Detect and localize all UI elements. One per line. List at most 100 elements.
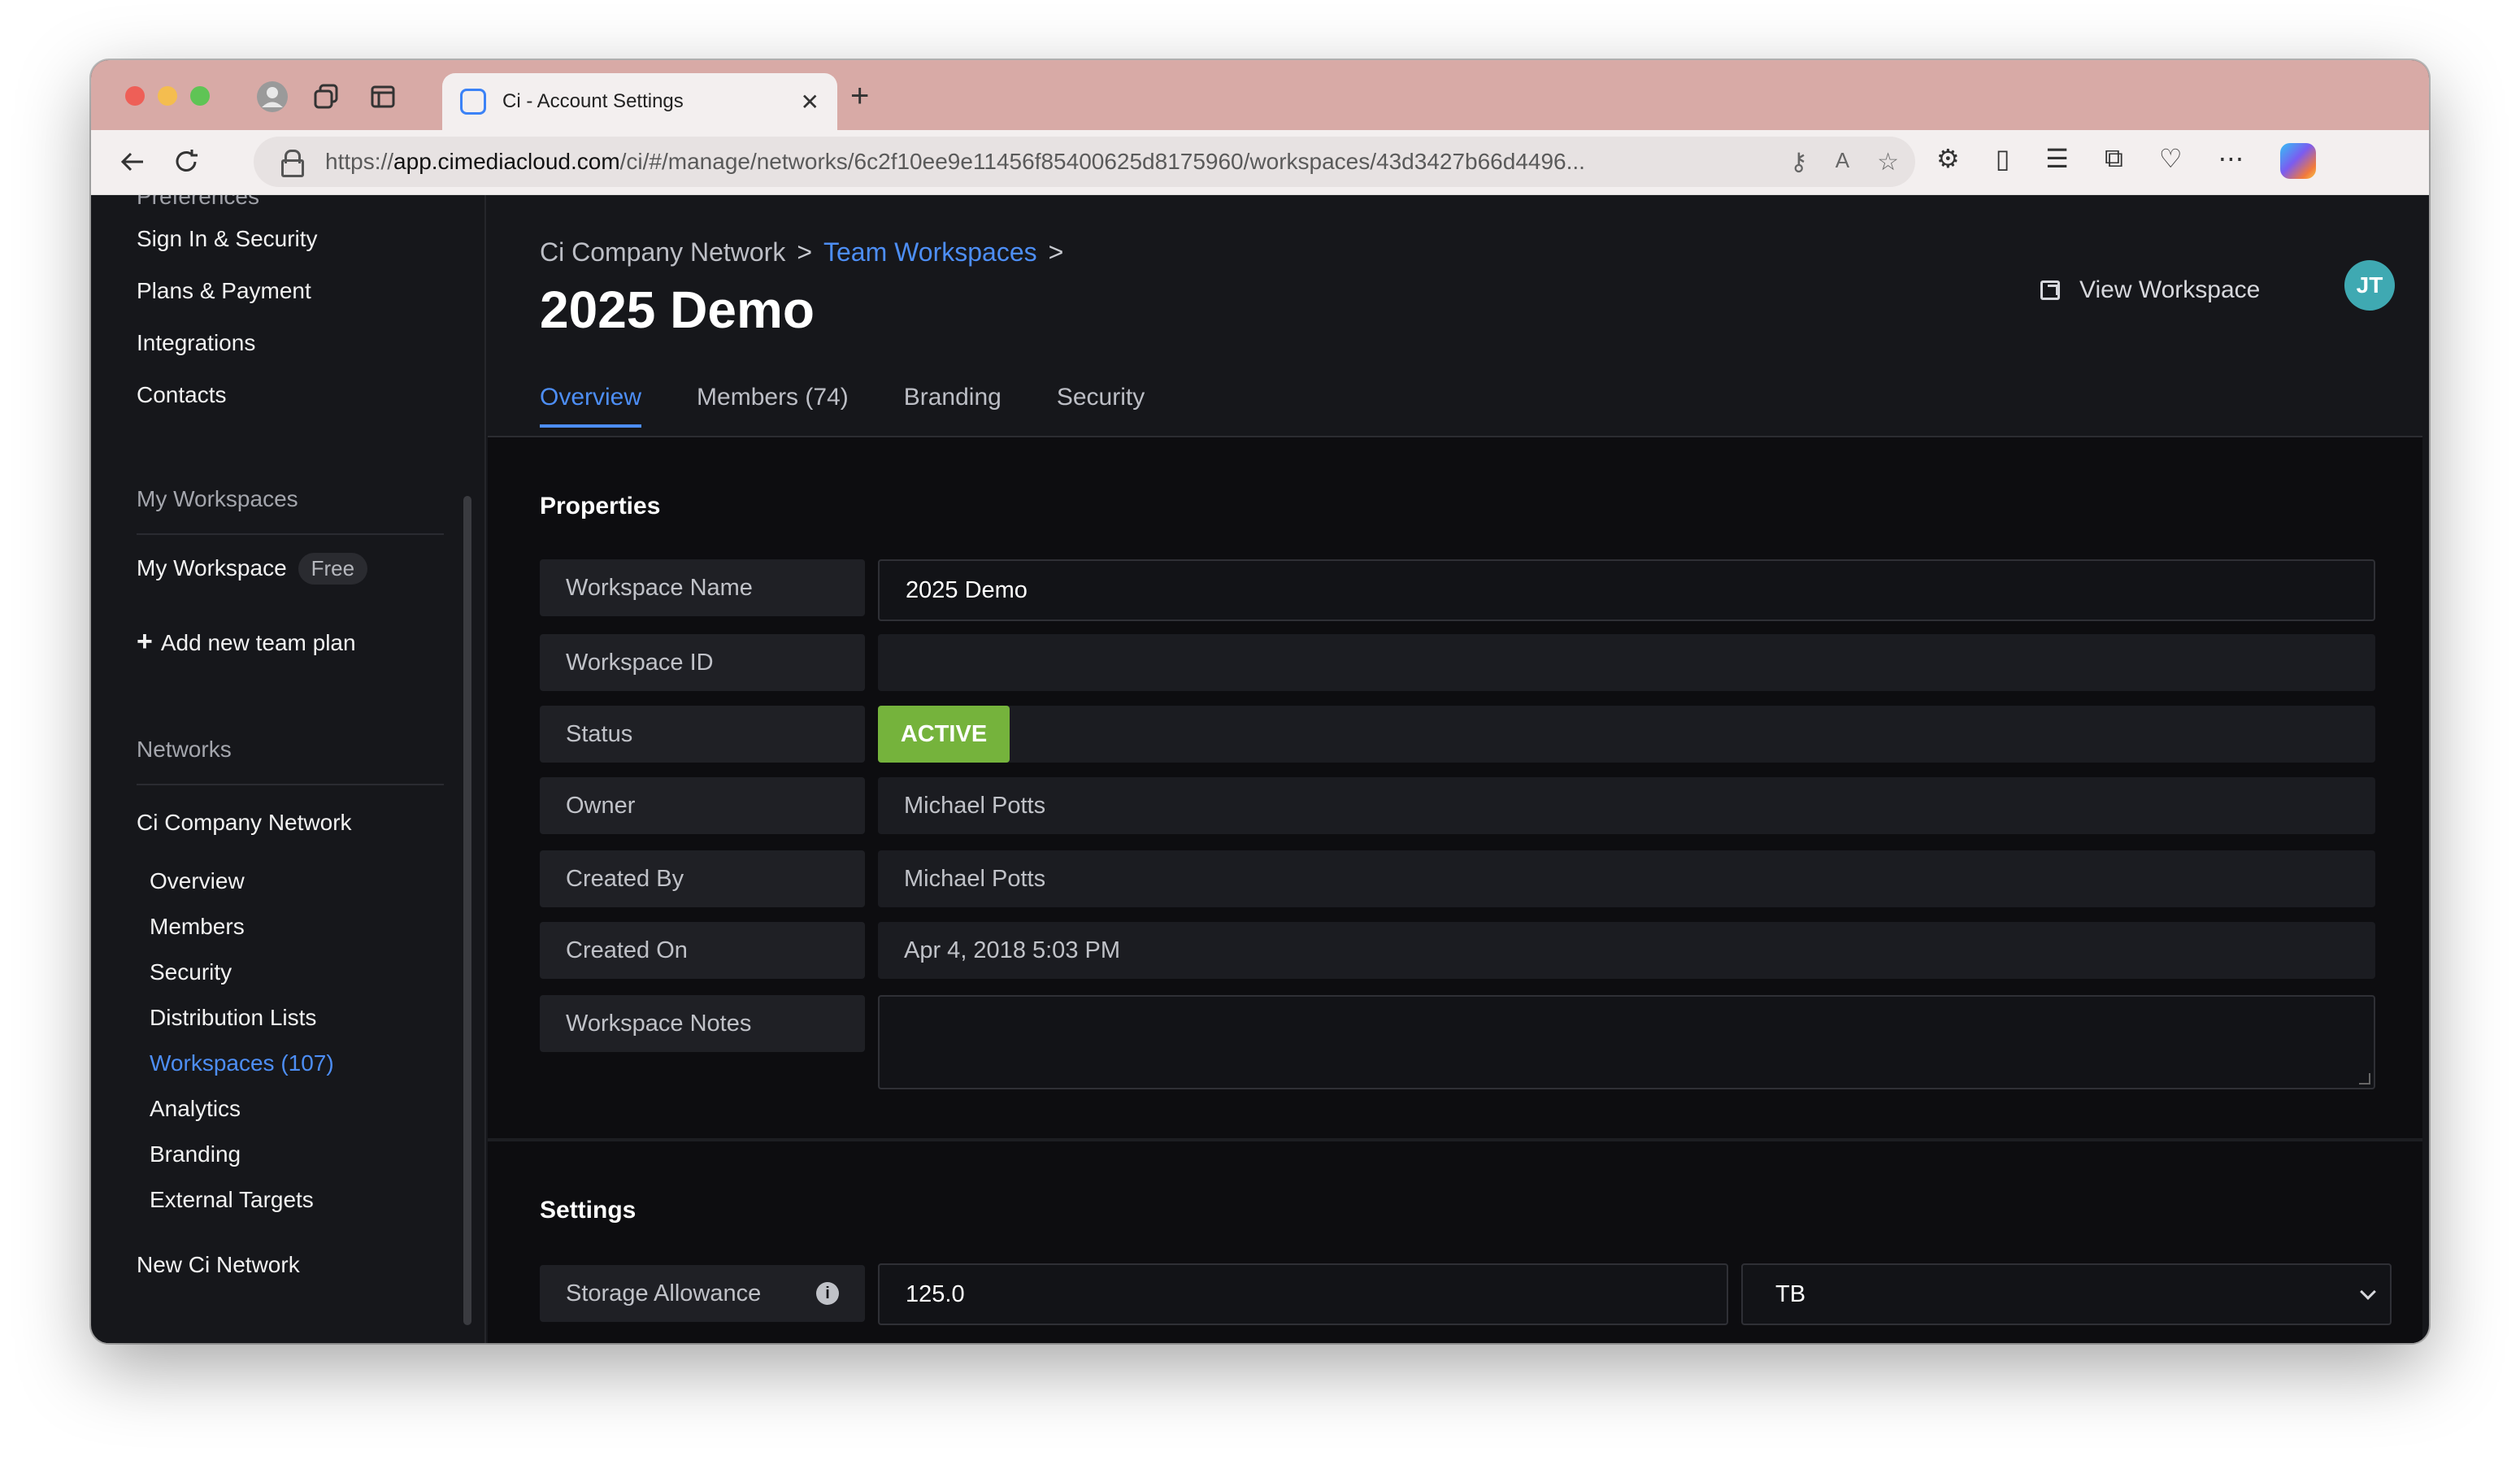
split-screen-icon[interactable]: ▯ — [1996, 143, 2010, 179]
sidebar-item-integrations[interactable]: Integrations — [137, 330, 255, 356]
status-badge: ACTIVE — [878, 706, 1010, 763]
lock-icon[interactable] — [281, 150, 304, 177]
reload-icon[interactable] — [166, 141, 206, 182]
copilot-icon[interactable] — [2279, 143, 2316, 179]
sidebar-divider — [137, 533, 444, 535]
status-label: Status — [540, 706, 865, 763]
tab-branding[interactable]: Branding — [904, 384, 1001, 428]
workspaces-icon[interactable] — [307, 78, 345, 115]
minimize-window-button[interactable] — [158, 86, 177, 106]
page-title: 2025 Demo — [540, 280, 815, 339]
storage-allowance-text: Storage Allowance — [566, 1280, 762, 1306]
main-panel: Ci Company Network > Team Workspaces > 2025… — [488, 195, 2422, 1343]
add-team-plan-button[interactable]: + Add new team plan — [137, 626, 356, 658]
chevron-down-icon — [2360, 1284, 2376, 1300]
created-on-label: Created On — [540, 922, 865, 979]
sidebar-scrollbar[interactable] — [463, 496, 471, 1325]
browser-tab-active[interactable]: Ci - Account Settings ✕ — [442, 73, 837, 130]
view-workspace-label: View Workspace — [2079, 276, 2261, 303]
storage-allowance-input[interactable]: 125.0 — [878, 1263, 1728, 1325]
created-on-value: Apr 4, 2018 5:03 PM — [878, 922, 2375, 979]
info-icon[interactable]: i — [816, 1282, 839, 1305]
section-divider — [488, 1138, 2422, 1141]
url-host: app.cimediacloud.com — [393, 149, 620, 174]
key-icon[interactable]: ⚷ — [1790, 148, 1808, 176]
profile-icon[interactable] — [254, 78, 291, 115]
tab-members[interactable]: Members (74) — [697, 384, 849, 428]
close-window-button[interactable] — [125, 86, 145, 106]
workspace-id-value — [878, 634, 2375, 691]
workspace-name-field[interactable]: 2025 Demo — [878, 559, 2375, 621]
breadcrumb-separator: > — [797, 237, 812, 267]
url-text[interactable]: https://app.cimediacloud.com/ci/#/manage… — [325, 149, 1771, 175]
workspace-tabs: Overview Members (74) Branding Security — [540, 384, 1145, 428]
sidebar-item-my-workspace[interactable]: My Workspace Free — [137, 553, 368, 585]
workspace-name-label: Workspace Name — [540, 559, 865, 616]
browser-essentials-icon[interactable]: ♡ — [2159, 143, 2183, 179]
sidebar-item-network[interactable]: Ci Company Network — [137, 810, 352, 836]
my-workspace-label: My Workspace — [137, 555, 287, 580]
workspace-notes-textarea[interactable] — [878, 995, 2375, 1089]
sidebar-subitem-distribution-lists[interactable]: Distribution Lists — [150, 1005, 316, 1031]
tab-overview[interactable]: Overview — [540, 384, 642, 428]
collections-icon[interactable]: ⧉ — [2105, 143, 2123, 179]
close-tab-icon[interactable]: ✕ — [801, 89, 819, 115]
breadcrumb-network[interactable]: Ci Company Network — [540, 237, 785, 267]
sidebar-subitem-branding[interactable]: Branding — [150, 1141, 241, 1167]
owner-value: Michael Potts — [878, 777, 2375, 834]
status-row — [878, 706, 2375, 763]
sidebar-item-preferences-clipped: Preferences — [137, 195, 259, 209]
workspace-notes-label: Workspace Notes — [540, 995, 865, 1052]
url-scheme: https:// — [325, 149, 394, 174]
favorite-star-icon[interactable]: ☆ — [1877, 148, 1899, 176]
browser-window: Ci - Account Settings ✕ + https://app.ci… — [91, 60, 2429, 1343]
sidebar-subitem-workspaces[interactable]: Workspaces (107) — [150, 1050, 334, 1076]
browser-toolbar: https://app.cimediacloud.com/ci/#/manage… — [91, 130, 2429, 195]
created-by-value: Michael Potts — [878, 850, 2375, 907]
owner-label: Owner — [540, 777, 865, 834]
view-workspace-button[interactable]: View Workspace — [2040, 276, 2260, 304]
extensions-icon[interactable]: ⚙ — [1936, 143, 1960, 179]
resize-handle-icon[interactable] — [2359, 1073, 2370, 1085]
my-workspaces-heading: My Workspaces — [137, 486, 298, 511]
sidebar-subitem-external-targets[interactable]: External Targets — [150, 1187, 314, 1213]
sidebar-item-plans-payment[interactable]: Plans & Payment — [137, 278, 311, 304]
maximize-window-button[interactable] — [190, 86, 210, 106]
breadcrumb: Ci Company Network > Team Workspaces > — [540, 237, 1075, 267]
more-menu-icon[interactable]: ⋯ — [2218, 143, 2244, 179]
browser-tab-title: Ci - Account Settings — [502, 90, 684, 112]
settings-heading: Settings — [540, 1197, 637, 1224]
sidebar-subitem-members[interactable]: Members — [150, 914, 245, 940]
plan-badge: Free — [298, 553, 368, 585]
ci-favicon-icon — [460, 89, 486, 115]
created-by-label: Created By — [540, 850, 865, 907]
breadcrumb-separator: > — [1048, 237, 1064, 267]
external-link-icon — [2040, 280, 2060, 300]
avatar[interactable]: JT — [2344, 260, 2395, 311]
read-aloud-icon[interactable]: A — [1836, 148, 1849, 176]
properties-heading: Properties — [540, 493, 661, 519]
sidebar-divider — [137, 784, 444, 785]
app-content: Preferences Sign In & Security Plans & P… — [98, 195, 2422, 1343]
sidebar-item-contacts[interactable]: Contacts — [137, 382, 227, 408]
sidebar-subitem-security[interactable]: Security — [150, 959, 232, 985]
storage-unit-select[interactable]: TB — [1741, 1263, 2392, 1325]
favorites-icon[interactable]: ☰ — [2045, 143, 2069, 179]
tab-security[interactable]: Security — [1057, 384, 1145, 428]
sidebar-subitem-analytics[interactable]: Analytics — [150, 1096, 241, 1122]
vertical-tabs-icon[interactable] — [364, 78, 402, 115]
url-path: /ci/#/manage/networks/6c2f10ee9e11456f85… — [619, 149, 1585, 174]
sidebar-item-sign-in-security[interactable]: Sign In & Security — [137, 226, 318, 252]
storage-allowance-label: Storage Allowance i — [540, 1265, 865, 1322]
breadcrumb-team-workspaces[interactable]: Team Workspaces — [823, 237, 1037, 267]
new-tab-icon[interactable]: + — [850, 78, 869, 115]
sidebar-subitem-overview[interactable]: Overview — [150, 868, 245, 894]
add-team-plan-label: Add new team plan — [160, 630, 356, 655]
address-bar[interactable]: https://app.cimediacloud.com/ci/#/manage… — [254, 137, 1915, 187]
plus-icon: + — [137, 626, 153, 657]
new-network-button[interactable]: New Ci Network — [137, 1252, 300, 1278]
back-arrow-icon[interactable] — [112, 141, 153, 182]
networks-heading: Networks — [137, 737, 232, 762]
settings-sidebar: Preferences Sign In & Security Plans & P… — [98, 195, 486, 1343]
workspace-id-label: Workspace ID — [540, 634, 865, 691]
